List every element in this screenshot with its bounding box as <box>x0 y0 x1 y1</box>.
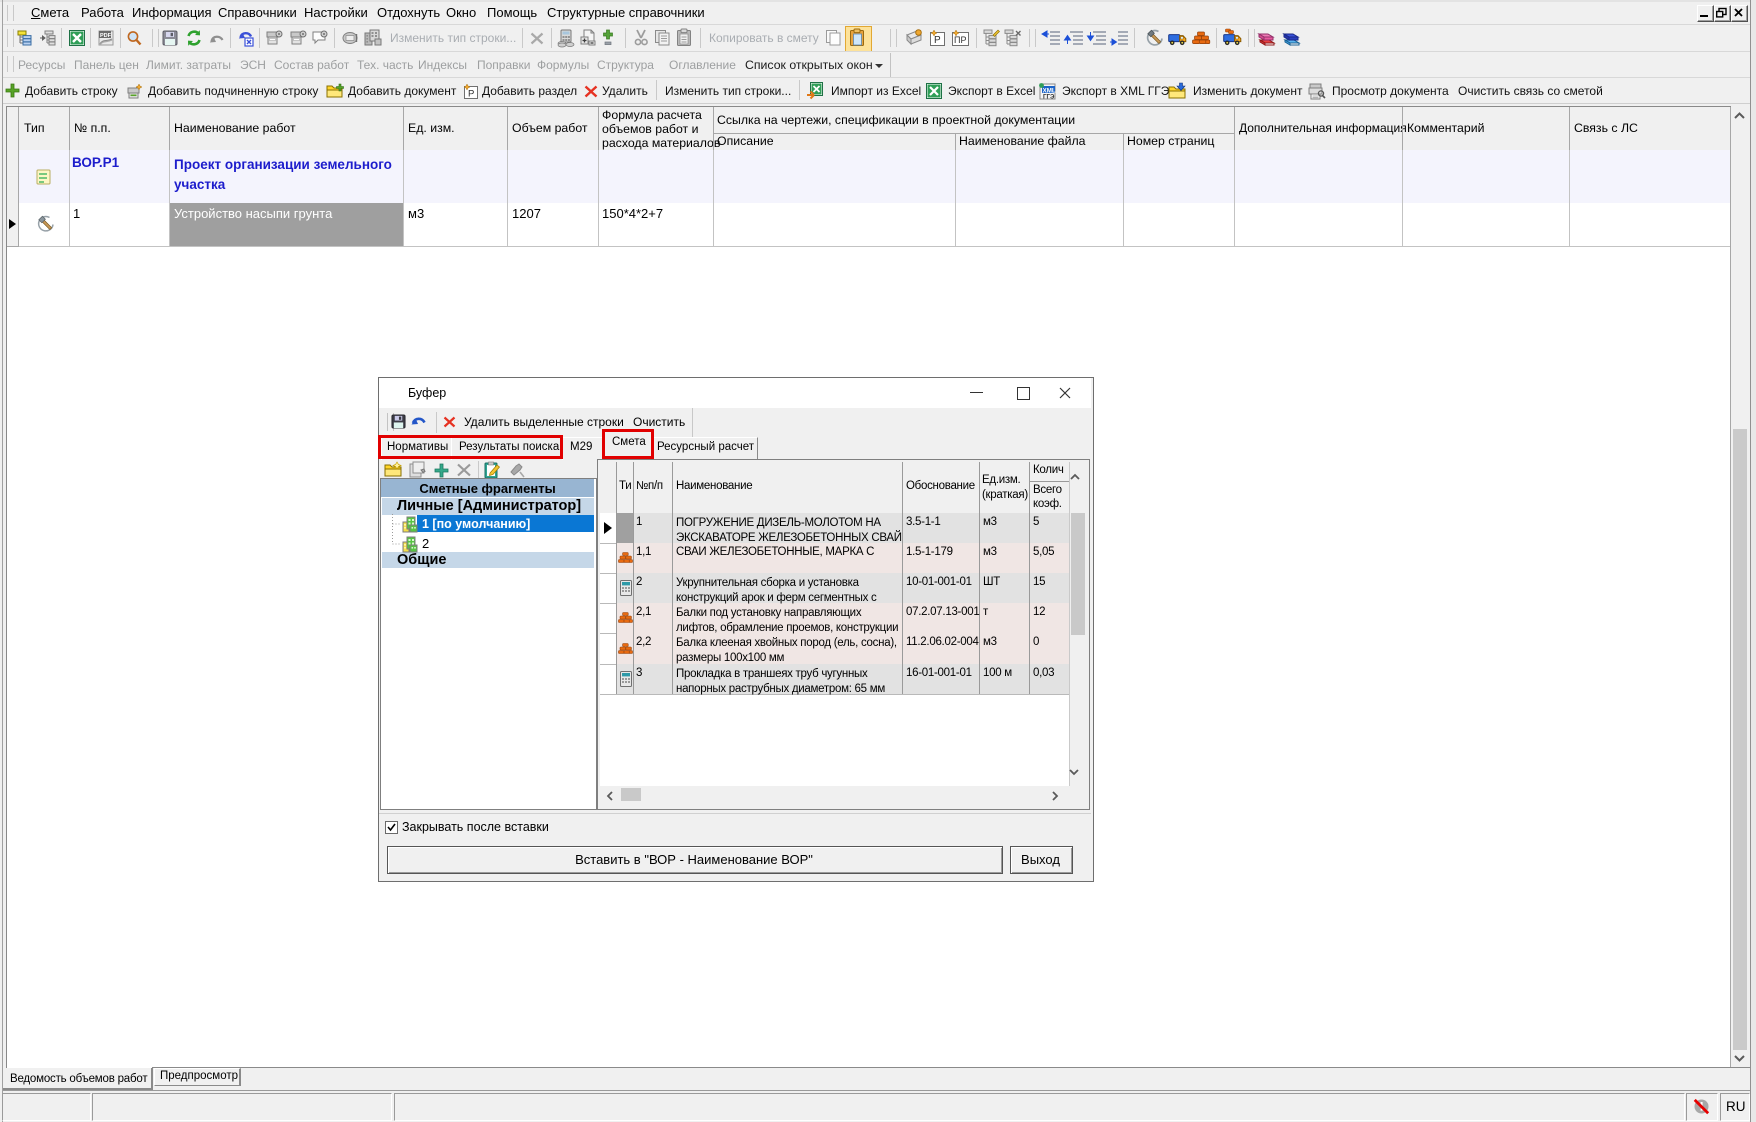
svg-text:ПР: ПР <box>954 35 966 45</box>
svg-text:P: P <box>468 89 474 100</box>
svg-text:ГГЭ: ГГЭ <box>1043 94 1055 101</box>
svg-text:P: P <box>934 35 941 46</box>
svg-text:PDF: PDF <box>100 33 112 39</box>
